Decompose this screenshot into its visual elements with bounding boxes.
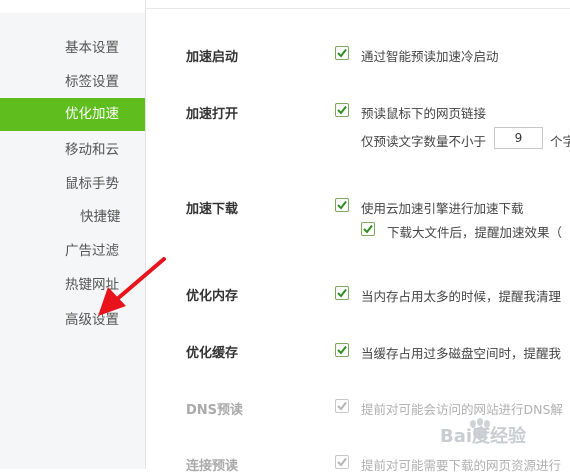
baidu-paw-logo-icon: Bai度经验	[440, 418, 527, 447]
red-arrow-icon	[98, 257, 166, 316]
baidu-watermark: Bai度经验	[438, 414, 548, 452]
watermark-text: Bai度经验	[440, 425, 527, 447]
